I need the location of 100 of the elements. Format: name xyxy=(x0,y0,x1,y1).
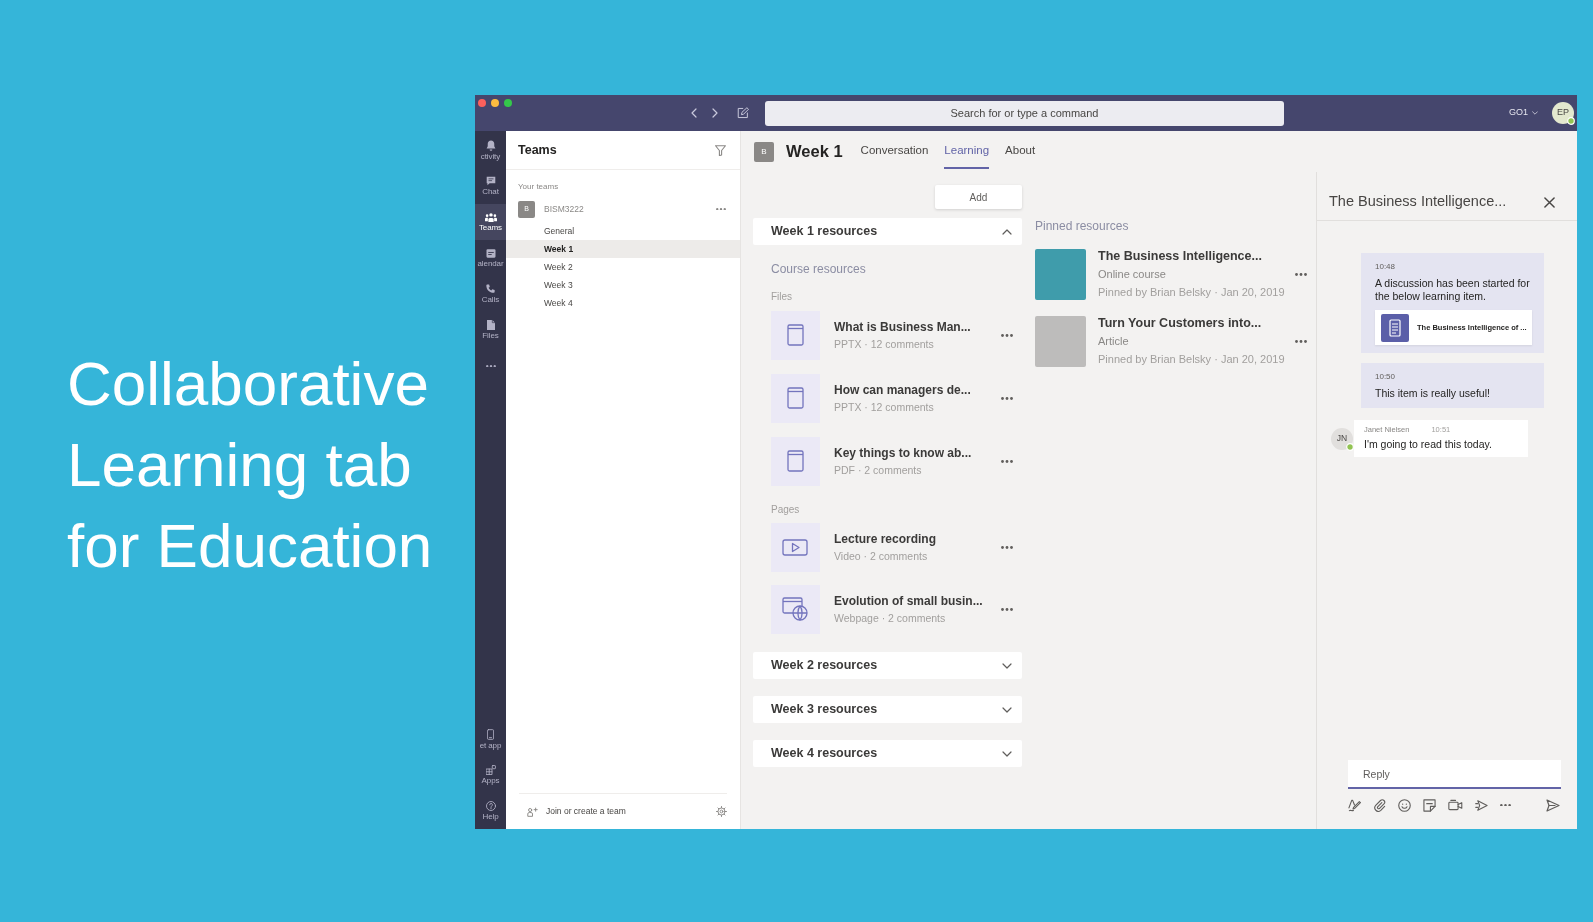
more-icon[interactable] xyxy=(1001,334,1013,337)
resource-title[interactable]: What is Business Man... xyxy=(834,320,971,335)
send-icon[interactable] xyxy=(1546,798,1560,812)
more-icon[interactable] xyxy=(1001,460,1013,463)
pen-icon[interactable] xyxy=(1348,798,1361,812)
section-header[interactable]: Week 2 resources xyxy=(753,652,1022,679)
more-icon[interactable] xyxy=(485,364,496,368)
resource-type: Online course xyxy=(1098,267,1167,282)
app-bar-item[interactable]: et app xyxy=(475,721,506,757)
more-icon[interactable] xyxy=(716,207,726,211)
resource-meta: PPTX · 12 comments xyxy=(834,401,935,414)
app-bar-item[interactable]: Chat xyxy=(475,168,506,204)
tab[interactable]: Conversation xyxy=(860,131,929,169)
resource-title[interactable]: Turn Your Customers into... xyxy=(1098,314,1285,332)
tab[interactable]: About xyxy=(1005,131,1036,169)
apps-icon xyxy=(485,765,496,775)
panel-title: Teams xyxy=(518,141,557,159)
resource-meta: PDF · 2 comments xyxy=(834,464,923,477)
sticker-icon[interactable] xyxy=(1423,798,1436,812)
forward-icon[interactable] xyxy=(712,108,718,118)
document-icon xyxy=(771,311,820,360)
pinned-meta: Pinned by Brian Belsky · Jan 20, 2019 xyxy=(1098,285,1285,300)
compose-icon[interactable] xyxy=(737,107,749,119)
close-icon[interactable] xyxy=(1544,196,1555,208)
team-name[interactable]: BISM3222 xyxy=(544,202,584,216)
more-icon[interactable] xyxy=(1295,339,1307,343)
window-zoom-icon[interactable] xyxy=(504,99,512,107)
back-icon[interactable] xyxy=(691,108,697,118)
organization-switcher[interactable]: GO1 xyxy=(1509,106,1538,120)
window-close-icon[interactable] xyxy=(478,99,486,107)
chevron-down-icon xyxy=(1002,662,1012,669)
chevron-up-icon xyxy=(1002,228,1012,235)
section-header[interactable]: Week 1 resources xyxy=(753,218,1022,245)
photo-placeholder xyxy=(1035,315,1086,367)
video-camera-icon[interactable] xyxy=(1448,799,1463,811)
filter-icon[interactable] xyxy=(715,144,726,156)
document-icon xyxy=(771,437,820,486)
resource-title[interactable]: Key things to know ab... xyxy=(834,446,972,461)
document-icon xyxy=(1381,313,1409,342)
app-bar-item[interactable]: Apps xyxy=(475,757,506,793)
panel-title: The Business Intelligence... xyxy=(1329,192,1507,212)
resource-title[interactable]: Lecture recording xyxy=(834,532,937,547)
resource-meta: PPTX · 12 comments xyxy=(834,338,935,351)
resource-title[interactable]: How can managers de... xyxy=(834,383,971,398)
channel-item[interactable]: Week 3 xyxy=(506,276,740,294)
group-label: Files xyxy=(771,290,794,303)
app-bar-item[interactable]: Files xyxy=(475,312,506,348)
app-bar-item[interactable]: alendar xyxy=(475,240,506,276)
section-header[interactable]: Week 4 resources xyxy=(753,740,1022,767)
message-text: This item is really useful! xyxy=(1375,387,1491,400)
emoji-icon[interactable] xyxy=(1398,798,1411,812)
settings-icon[interactable] xyxy=(716,806,727,817)
more-icon[interactable] xyxy=(1001,608,1013,611)
tab[interactable]: Learning xyxy=(944,131,990,169)
bell-icon xyxy=(485,139,496,151)
channel-item[interactable]: Week 1 xyxy=(506,240,740,258)
file-icon xyxy=(486,320,495,330)
chevron-down-icon xyxy=(1002,706,1012,713)
chevron-down-icon xyxy=(1532,111,1538,115)
section-label: Your teams xyxy=(518,182,560,192)
app-bar-item[interactable]: Help xyxy=(475,793,506,829)
app-bar-item[interactable]: ctivity xyxy=(475,132,506,168)
help-icon xyxy=(485,801,496,811)
user-avatar: JN xyxy=(1331,427,1353,450)
arrow-outline-icon[interactable] xyxy=(1475,798,1488,812)
resource-title[interactable]: The Business Intelligence... xyxy=(1098,247,1285,265)
channel-item[interactable]: General xyxy=(506,222,740,240)
channel-title: Week 1 xyxy=(786,141,843,163)
mobile-phone-icon xyxy=(487,728,494,740)
resource-meta: Video · 2 comments xyxy=(834,550,929,563)
channel-item[interactable]: Week 4 xyxy=(506,294,740,312)
join-team-button[interactable]: Join or create a team xyxy=(519,805,626,818)
add-button[interactable]: Add xyxy=(935,185,1022,209)
more-icon[interactable] xyxy=(1500,803,1511,807)
more-icon[interactable] xyxy=(1001,546,1013,549)
more-icon[interactable] xyxy=(1001,397,1013,400)
document-icon xyxy=(771,374,820,423)
people-icon xyxy=(484,212,497,222)
section-header[interactable]: Week 3 resources xyxy=(753,696,1022,723)
illustration-placeholder xyxy=(1035,248,1086,300)
reply-field[interactable]: Reply xyxy=(1348,760,1561,789)
pinned-meta: Pinned by Brian Belsky · Jan 20, 2019 xyxy=(1098,352,1285,367)
user-avatar[interactable]: EP xyxy=(1552,102,1574,124)
chat-icon xyxy=(485,176,496,186)
more-icon[interactable] xyxy=(1295,272,1307,276)
attach-icon[interactable] xyxy=(1373,798,1386,812)
window-minimize-icon[interactable] xyxy=(491,99,499,107)
phone-icon xyxy=(486,284,495,294)
calendar-icon xyxy=(485,248,496,258)
channel-avatar: B xyxy=(754,141,774,162)
message-time: 10:50 xyxy=(1375,372,1397,382)
app-bar-item[interactable]: Calls xyxy=(475,276,506,312)
resource-type: Article xyxy=(1098,334,1130,349)
search-field[interactable]: Search for or type a command xyxy=(765,100,1284,126)
app-bar-item[interactable]: Teams xyxy=(475,204,506,240)
resource-title[interactable]: Evolution of small busin... xyxy=(834,594,983,609)
chevron-down-icon xyxy=(1002,750,1012,757)
video-play-icon xyxy=(771,523,820,572)
channel-item[interactable]: Week 2 xyxy=(506,258,740,276)
headline: Collaborative Learning tab for Education xyxy=(67,348,434,582)
